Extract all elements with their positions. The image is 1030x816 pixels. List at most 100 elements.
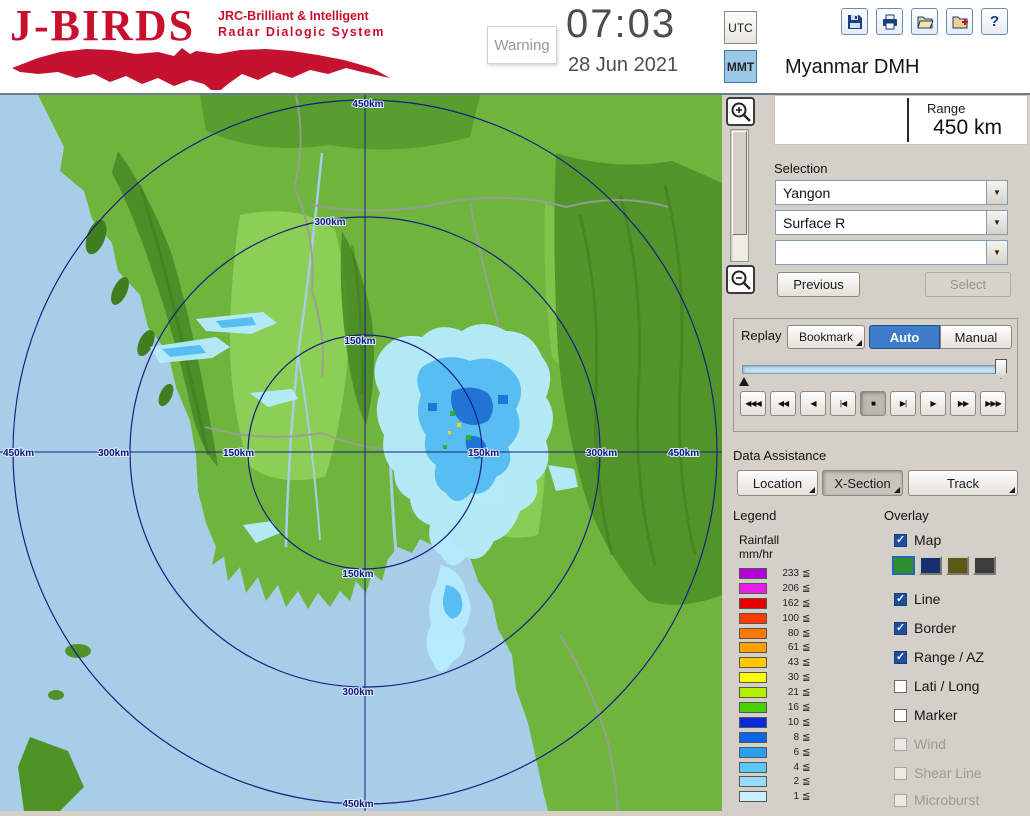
legend-row: 233≦ [739,566,810,581]
auto-mode-button[interactable]: Auto [869,325,940,349]
bookmark-button[interactable]: Bookmark [787,325,865,349]
map-style-olive-swatch[interactable] [946,556,969,575]
chevron-down-icon[interactable]: ▼ [986,211,1007,234]
map-style-dark-swatch[interactable] [973,556,996,575]
legend-row: 61≦ [739,640,810,655]
overlay-item-lati-long: Lati / Long [894,677,979,695]
location-button[interactable]: Location [737,470,818,496]
legend-value: 30 [771,672,799,683]
magnifier-minus-icon [729,268,753,292]
range-divider [907,98,909,142]
map-scrollbar-thumb[interactable] [732,131,747,235]
xsection-button[interactable]: X-Section [822,470,903,496]
legend-row: 10≦ [739,715,810,730]
marker-checkbox[interactable] [894,709,907,722]
legend-value: 10 [771,717,799,728]
map-style-navy-swatch[interactable] [919,556,942,575]
replay-slider-thumb[interactable] [995,359,1007,379]
xsection-button-label: X-Section [834,476,890,491]
warning-button[interactable]: Warning [487,26,557,64]
open-folder-button[interactable] [911,8,938,35]
lati-long-checkbox[interactable] [894,680,907,693]
line-checkbox[interactable] [894,593,907,606]
replay-label: Replay [741,328,781,343]
legend-value: 2 [771,776,799,787]
legend-value: 80 [771,628,799,639]
replay-timeline-slider[interactable] [742,365,997,374]
selection-label: Selection [774,161,827,176]
lte-symbol: ≦ [802,791,810,802]
radar-map-area[interactable]: 450km 300km 150km 450km 300km 150km 150k… [0,95,722,811]
legend-swatch [739,747,767,758]
playback-controls: ◀◀◀ ◀◀ ◀ |◀ ■ ▶| ▶ ▶▶ ▶▶▶ [740,391,1006,416]
overlay-item-label: Lati / Long [914,678,979,694]
legend-swatch [739,762,767,773]
station-title: Myanmar DMH [785,56,919,79]
step-back-button[interactable]: |◀ [830,391,856,416]
header: J-BIRDS JRC-Brilliant & Intelligent Rada… [0,0,1030,95]
border-checkbox[interactable] [894,622,907,635]
legend-unit-line1: Rainfall [739,533,779,547]
save-button[interactable] [841,8,868,35]
overlay-item-label: Range / AZ [914,649,984,665]
lte-symbol: ≦ [802,568,810,579]
clock-date: 28 Jun 2021 [568,54,678,77]
play-reverse-button[interactable]: ◀ [800,391,826,416]
map-style-green-swatch[interactable] [892,556,915,575]
fast-forward-button[interactable]: ▶▶ [950,391,976,416]
save-icon [846,13,864,31]
rainfall-legend: 233≦ 206≦ 162≦ 100≦ 80≦ 61≦ 43≦ 30≦ 21≦ … [739,566,810,804]
legend-swatch [739,791,767,802]
previous-button[interactable]: Previous [777,272,860,297]
site-dropdown[interactable]: Yangon ▼ [775,180,1008,205]
jump-start-button[interactable]: ◀◀◀ [740,391,766,416]
ring-label: 450km [3,448,34,459]
wind-checkbox [894,738,907,751]
export-folder-plus-icon [951,13,969,31]
legend-row: 100≦ [739,611,810,626]
legend-row: 6≦ [739,745,810,760]
chevron-down-icon[interactable]: ▼ [986,241,1007,264]
product-dropdown[interactable]: Surface R ▼ [775,210,1008,235]
help-button[interactable]: ? [981,8,1008,35]
ring-label: 450km [352,99,383,110]
product-dropdown-value: Surface R [776,211,986,234]
overlay-item-marker: Marker [894,706,958,724]
range-az-checkbox[interactable] [894,651,907,664]
legend-swatch [739,687,767,698]
zoom-out-button[interactable] [726,265,755,294]
timezone-mmt-button[interactable]: MMT [724,50,757,83]
lte-symbol: ≦ [802,583,810,594]
extra-dropdown[interactable]: ▼ [775,240,1008,265]
select-button[interactable]: Select [925,272,1011,297]
radar-map[interactable]: 450km 300km 150km 450km 300km 150km 150k… [0,95,722,811]
overlay-item-label: Microburst [914,792,979,808]
fast-rewind-button[interactable]: ◀◀ [770,391,796,416]
jump-end-button[interactable]: ▶▶▶ [980,391,1006,416]
manual-mode-button[interactable]: Manual [940,325,1012,349]
map-checkbox[interactable] [894,534,907,547]
overlay-item-label: Marker [914,707,958,723]
lte-symbol: ≦ [802,717,810,728]
step-forward-button[interactable]: ▶| [890,391,916,416]
open-folder-icon [916,13,934,31]
stop-button[interactable]: ■ [860,391,886,416]
ring-label: 150km [468,448,499,459]
overlay-item-border: Border [894,619,956,637]
lte-symbol: ≦ [802,747,810,758]
header-toolbar: ? [841,8,1008,35]
help-icon: ? [990,13,999,30]
track-button[interactable]: Track [908,470,1018,496]
control-panel: Range 450 km Selection Yangon ▼ Surface … [722,95,1030,811]
main-content: 450km 300km 150km 450km 300km 150km 150k… [0,95,1030,811]
legend-row: 2≦ [739,774,810,789]
export-button[interactable] [946,8,973,35]
zoom-in-button[interactable] [726,97,755,126]
timezone-utc-button[interactable]: UTC [724,11,757,44]
map-scrollbar[interactable] [730,129,749,262]
legend-swatch [739,717,767,728]
overlay-item-label: Shear Line [914,765,982,781]
chevron-down-icon[interactable]: ▼ [986,181,1007,204]
play-button[interactable]: ▶ [920,391,946,416]
print-button[interactable] [876,8,903,35]
